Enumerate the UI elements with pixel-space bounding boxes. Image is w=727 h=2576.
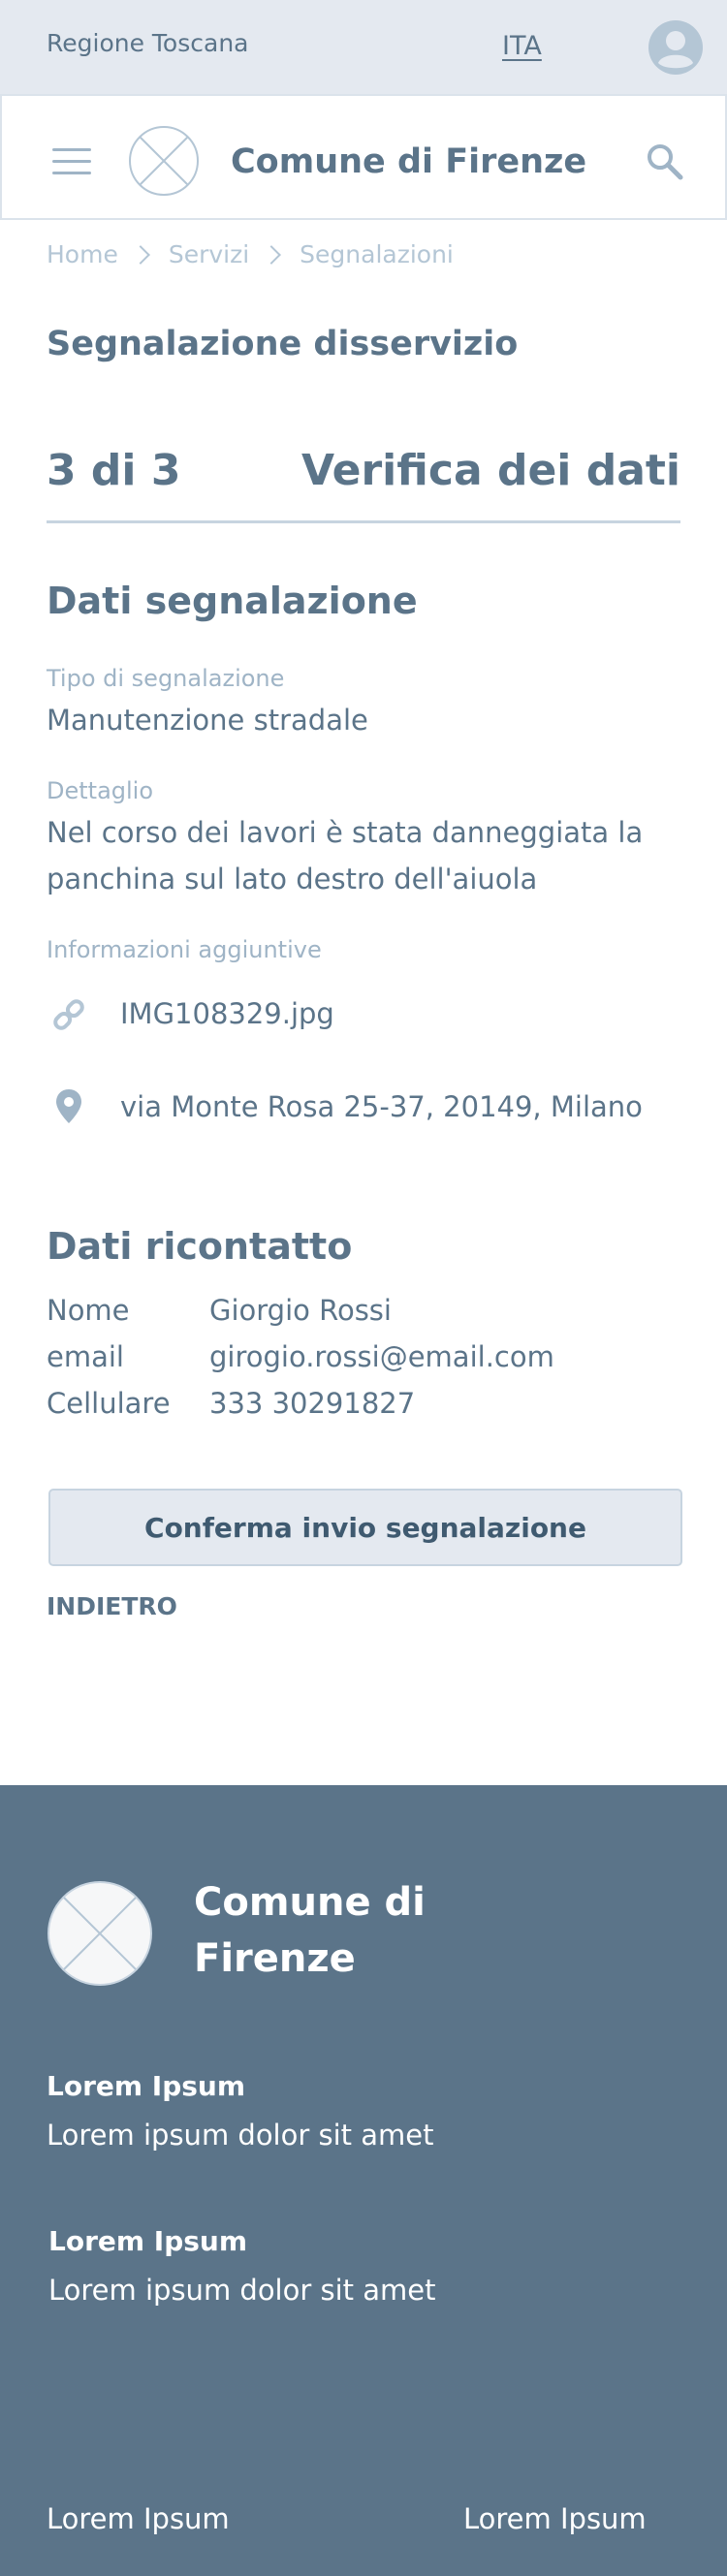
back-button[interactable]: INDIETRO	[47, 1592, 177, 1620]
page-title: Segnalazione disservizio	[47, 325, 519, 363]
link-icon	[53, 999, 84, 1030]
report-detail-label: Dettaglio	[47, 777, 154, 804]
region-link[interactable]: Regione Toscana	[47, 29, 248, 57]
footer-link-right[interactable]: Lorem Ipsum	[463, 2502, 647, 2535]
confirm-submit-button[interactable]: Conferma invio segnalazione	[48, 1489, 682, 1566]
location-address: via Monte Rosa 25-37, 20149, Milano	[120, 1090, 643, 1123]
report-detail-line-1: Nel corso dei lavori è stata danneggiata…	[47, 816, 644, 849]
user-avatar-icon[interactable]	[648, 20, 703, 75]
contact-section-title: Dati ricontatto	[47, 1225, 353, 1268]
search-icon[interactable]	[646, 142, 684, 181]
breadcrumb-segnalazioni[interactable]: Segnalazioni	[300, 240, 454, 268]
contact-phone-value: 333 30291827	[209, 1387, 416, 1420]
step-name: Verifica dei dati	[300, 446, 680, 495]
header: Comune di Firenze	[0, 94, 727, 220]
footer-block-1-heading: Lorem Ipsum	[47, 2070, 246, 2102]
footer-title: Comune di Firenze	[194, 1880, 426, 1981]
report-section-title: Dati segnalazione	[47, 580, 418, 622]
language-selector[interactable]: ITA	[502, 31, 542, 61]
breadcrumb-servizi[interactable]: Servizi	[169, 240, 249, 268]
hamburger-icon[interactable]	[52, 148, 91, 177]
chevron-right-icon	[262, 244, 282, 265]
site-title[interactable]: Comune di Firenze	[231, 142, 586, 181]
contact-email-label: email	[47, 1340, 124, 1373]
step-counter: 3 di 3	[47, 446, 181, 495]
footer-block-2-heading: Lorem Ipsum	[48, 2225, 248, 2257]
footer-link-left[interactable]: Lorem Ipsum	[47, 2502, 230, 2535]
report-type-label: Tipo di segnalazione	[47, 665, 285, 692]
report-type-value: Manutenzione stradale	[47, 704, 368, 737]
top-bar: Regione Toscana ITA	[0, 0, 727, 94]
contact-email-value: girogio.rossi@email.com	[209, 1340, 554, 1373]
report-extra-label: Informazioni aggiuntive	[47, 936, 322, 963]
footer-block-2-text: Lorem ipsum dolor sit amet	[48, 2274, 436, 2307]
report-detail-line-2: panchina sul lato destro dell'aiuola	[47, 863, 538, 895]
contact-name-label: Nome	[47, 1294, 130, 1327]
breadcrumb: Home Servizi Segnalazioni	[47, 240, 454, 268]
breadcrumb-home[interactable]: Home	[47, 240, 118, 268]
contact-phone-label: Cellulare	[47, 1387, 171, 1420]
step-divider	[47, 520, 680, 523]
logo-placeholder-icon[interactable]	[47, 1880, 153, 1987]
footer: Comune di Firenze Lorem Ipsum Lorem ipsu…	[0, 1785, 727, 2576]
footer-block-1-text: Lorem ipsum dolor sit amet	[47, 2119, 434, 2152]
logo-placeholder-icon[interactable]	[128, 125, 200, 197]
attachment-file[interactable]: IMG108329.jpg	[120, 997, 334, 1030]
location-pin-icon	[56, 1089, 81, 1123]
chevron-right-icon	[130, 244, 150, 265]
contact-name-value: Giorgio Rossi	[209, 1294, 392, 1327]
